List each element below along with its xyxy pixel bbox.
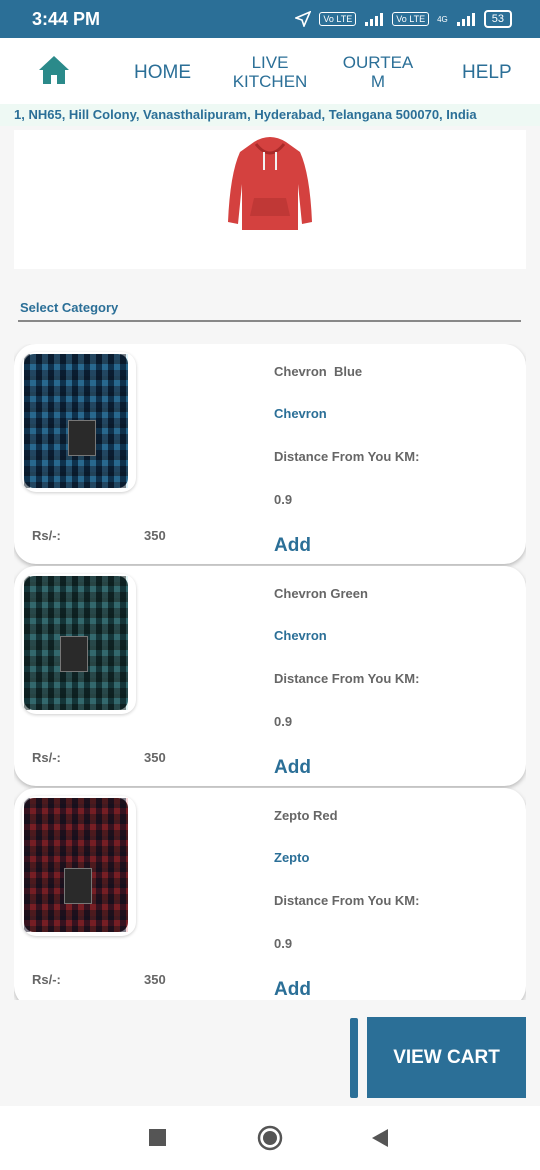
home-icon[interactable] bbox=[37, 54, 71, 86]
nav-our-team-line1: OURTEA bbox=[342, 53, 414, 72]
battery-indicator: 53 bbox=[483, 10, 512, 28]
product-card: Chevron Blue Chevron Distance From You K… bbox=[14, 344, 526, 564]
home-circle-icon[interactable] bbox=[257, 1125, 283, 1151]
select-category-underline bbox=[18, 320, 521, 322]
volte-badge-2: Vo LTE bbox=[392, 12, 430, 26]
nav-live-kitchen-line2: KITCHEN bbox=[232, 72, 308, 91]
volte-badge: Vo LTE bbox=[319, 12, 357, 26]
product-image[interactable] bbox=[22, 574, 136, 714]
price-currency: Rs/-: bbox=[32, 528, 61, 543]
status-icons: Vo LTE Vo LTE 4G 53 bbox=[295, 10, 512, 28]
distance-label: Distance From You KM: bbox=[274, 449, 420, 464]
add-button[interactable]: Add bbox=[274, 757, 311, 779]
price-currency: Rs/-: bbox=[32, 972, 61, 987]
distance-value: 0.9 bbox=[274, 936, 293, 951]
product-brand: Chevron bbox=[274, 406, 327, 421]
distance-label: Distance From You KM: bbox=[274, 893, 420, 908]
product-brand: Zepto bbox=[274, 850, 310, 865]
product-name: Zepto Red bbox=[274, 808, 338, 823]
select-category-label[interactable]: Select Category bbox=[20, 300, 118, 315]
signal-icon bbox=[365, 13, 384, 26]
network-type: 4G bbox=[437, 14, 448, 24]
add-button[interactable]: Add bbox=[274, 535, 311, 557]
distance-label: Distance From You KM: bbox=[274, 671, 420, 686]
hoodie-image bbox=[228, 137, 312, 230]
nav-home[interactable]: HOME bbox=[134, 63, 191, 82]
product-name: Chevron Green bbox=[274, 586, 368, 601]
address-bar: 1, NH65, Hill Colony, Vanasthalipuram, H… bbox=[0, 104, 540, 126]
nav-help[interactable]: HELP bbox=[462, 63, 512, 82]
product-name: Chevron Blue bbox=[274, 364, 363, 379]
nav-live-kitchen[interactable]: LIVE KITCHEN bbox=[230, 53, 310, 91]
product-brand: Chevron bbox=[274, 628, 327, 643]
product-card: Zepto Red Zepto Distance From You KM: 0.… bbox=[14, 788, 526, 1000]
status-bar: 3:44 PM Vo LTE Vo LTE 4G 53 bbox=[0, 0, 540, 38]
price-value: 350 bbox=[144, 972, 166, 987]
nav-our-team[interactable]: OURTEA M bbox=[338, 53, 418, 91]
product-list[interactable]: Chevron Blue Chevron Distance From You K… bbox=[14, 344, 526, 1000]
distance-value: 0.9 bbox=[274, 714, 293, 729]
add-button[interactable]: Add bbox=[274, 979, 311, 1000]
location-arrow-icon bbox=[295, 11, 312, 27]
nav-live-kitchen-line1: LIVE bbox=[251, 53, 289, 72]
price-value: 350 bbox=[144, 750, 166, 765]
nav-our-team-line2: M bbox=[370, 72, 386, 91]
back-icon[interactable] bbox=[371, 1128, 389, 1148]
status-time: 3:44 PM bbox=[32, 9, 101, 29]
banner bbox=[14, 130, 526, 269]
signal-icon-2 bbox=[456, 13, 475, 26]
recents-icon[interactable] bbox=[149, 1129, 166, 1146]
product-image[interactable] bbox=[22, 796, 136, 936]
view-cart-button[interactable]: VIEW CART bbox=[367, 1017, 526, 1098]
price-value: 350 bbox=[144, 528, 166, 543]
price-currency: Rs/-: bbox=[32, 750, 61, 765]
product-card: Chevron Green Chevron Distance From You … bbox=[14, 566, 526, 786]
system-nav-bar bbox=[0, 1106, 540, 1170]
product-image[interactable] bbox=[22, 352, 136, 492]
top-nav: HOME LIVE KITCHEN OURTEA M HELP bbox=[0, 38, 540, 104]
cart-accent-bar bbox=[350, 1018, 358, 1098]
distance-value: 0.9 bbox=[274, 492, 293, 507]
